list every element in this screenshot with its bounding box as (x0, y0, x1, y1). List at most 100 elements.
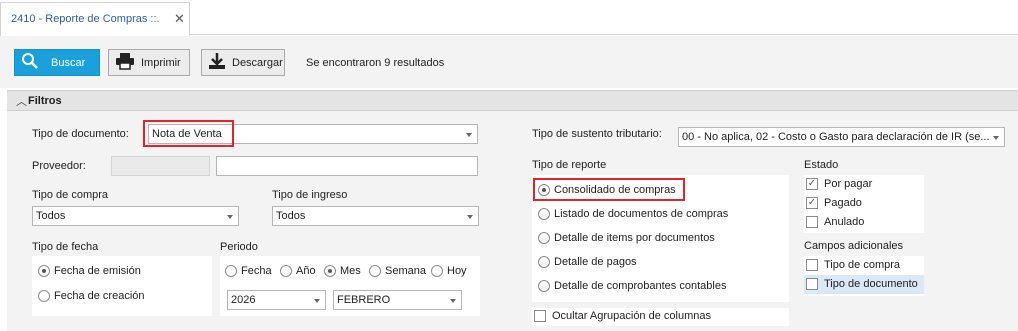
download-button-label: Descargar (232, 56, 283, 69)
search-icon (21, 52, 39, 73)
radio-label: Detalle de comprobantes contables (554, 280, 727, 292)
tipo-compra-select[interactable]: Todos (32, 206, 239, 226)
proveedor-label: Proveedor: (32, 160, 86, 172)
checkbox[interactable] (806, 259, 818, 271)
month-value: FEBRERO (337, 294, 391, 306)
highlight-box (533, 178, 685, 201)
tipo-fecha-label: Tipo de fecha (32, 241, 99, 253)
estado-label: Estado (804, 159, 839, 171)
year-value: 2026 (231, 294, 256, 306)
checkmark-icon[interactable]: ✓ (806, 197, 818, 209)
campo-tipo-compra[interactable]: Tipo de compra (806, 259, 900, 271)
checkbox[interactable] (806, 216, 818, 228)
highlight-box (143, 120, 234, 147)
radio-label: Fecha de creación (54, 290, 145, 302)
periodo-group: Fecha Año Mes Semana Hoy 2026 FEBRERO (220, 256, 480, 316)
month-select[interactable]: FEBRERO (333, 290, 462, 310)
radio-button[interactable] (538, 280, 550, 292)
radio-detalle-pagos[interactable]: Detalle de pagos (538, 256, 637, 268)
radio-label: Fecha de emisión (54, 265, 141, 277)
radio-fecha-creacion[interactable]: Fecha de creación (38, 290, 145, 302)
radio-button[interactable] (38, 265, 50, 277)
ocultar-agrupacion-row: Ocultar Agrupación de columnas (532, 308, 789, 326)
checkbox[interactable] (806, 278, 818, 290)
radio-button[interactable] (38, 290, 50, 302)
tipo-ingreso-value: Todos (276, 210, 306, 222)
checkbox[interactable] (534, 310, 546, 322)
campo-tipo-documento[interactable]: Tipo de documento (806, 278, 918, 290)
radio-listado[interactable]: Listado de documentos de compras (538, 208, 728, 220)
toolbar: Buscar Imprimir Descargar Se encontraron… (0, 36, 1018, 88)
results-count: Se encontraron 9 resultados (306, 57, 445, 69)
tipo-fecha-group: Fecha de emisión Fecha de creación (32, 256, 212, 316)
filters-title: Filtros (28, 95, 62, 107)
radio-periodo-semana[interactable]: Semana (369, 265, 426, 277)
proveedor-name-field[interactable] (216, 156, 478, 176)
chevron-down-icon (450, 299, 456, 303)
radio-periodo-fecha[interactable]: Fecha (225, 265, 272, 277)
radio-periodo-hoy[interactable]: Hoy (431, 265, 467, 277)
radio-detalle-comprobantes[interactable]: Detalle de comprobantes contables (538, 280, 726, 292)
tipo-documento-label: Tipo de documento: (32, 128, 129, 140)
estado-pagado[interactable]: ✓ Pagado (806, 197, 862, 209)
radio-label: Detalle de items por documentos (554, 232, 715, 244)
chevron-down-icon (467, 215, 473, 219)
estado-anulado[interactable]: Anulado (806, 216, 864, 228)
year-select[interactable]: 2026 (227, 290, 326, 310)
checkmark-icon[interactable]: ✓ (806, 178, 818, 190)
checkbox-label: Pagado (824, 197, 862, 209)
radio-periodo-anio[interactable]: Año (280, 265, 316, 277)
ocultar-agrupacion-checkbox[interactable]: Ocultar Agrupación de columnas (534, 310, 711, 322)
radio-label: Detalle de pagos (554, 256, 637, 268)
radio-label: Mes (340, 265, 361, 277)
printer-icon (115, 52, 135, 73)
tipo-reporte-label: Tipo de reporte (532, 159, 607, 171)
search-button[interactable]: Buscar (14, 49, 100, 76)
print-button[interactable]: Imprimir (108, 49, 190, 76)
filters-panel: Tipo de documento: Nota de Venta Proveed… (7, 111, 1018, 331)
proveedor-code-field (111, 156, 210, 176)
print-button-label: Imprimir (141, 56, 181, 69)
radio-button[interactable] (369, 265, 381, 277)
estado-group: ✓ Por pagar ✓ Pagado Anulado (804, 175, 924, 233)
radio-fecha-emision[interactable]: Fecha de emisión (38, 265, 141, 277)
close-icon[interactable]: ✕ (174, 11, 185, 27)
radio-button[interactable] (280, 265, 292, 277)
radio-detalle-items[interactable]: Detalle de items por documentos (538, 232, 715, 244)
chevron-down-icon (314, 299, 320, 303)
checkbox-label: Tipo de documento (824, 278, 918, 290)
chevron-down-icon (466, 133, 472, 137)
radio-label: Listado de documentos de compras (554, 208, 729, 220)
tab-reporte-compras[interactable]: 2410 - Reporte de Compras ::. ✕ (0, 2, 190, 36)
radio-label: Fecha (241, 265, 272, 277)
chevron-down-icon (993, 136, 999, 140)
radio-label: Semana (385, 265, 426, 277)
estado-por-pagar[interactable]: ✓ Por pagar (806, 178, 872, 190)
filters-group-header[interactable]: ︿ Filtros (7, 90, 1018, 111)
radio-button[interactable] (324, 265, 336, 277)
campos-adicionales-group: Tipo de compra Tipo de documento (804, 256, 924, 296)
tipo-ingreso-label: Tipo de ingreso (272, 189, 348, 201)
radio-button[interactable] (538, 256, 550, 268)
checkbox-label: Ocultar Agrupación de columnas (552, 310, 711, 322)
campos-adicionales-label: Campos adicionales (804, 240, 904, 252)
checkbox-label: Anulado (824, 216, 865, 228)
tab-bar: 2410 - Reporte de Compras ::. ✕ (0, 0, 1018, 36)
radio-label: Hoy (447, 265, 467, 277)
sustento-value: 00 - No aplica, 02 - Costo o Gasto para … (682, 131, 990, 143)
periodo-label: Periodo (220, 241, 258, 253)
checkbox-label: Tipo de compra (824, 259, 901, 271)
radio-label: Año (296, 265, 316, 277)
radio-button[interactable] (225, 265, 237, 277)
radio-periodo-mes[interactable]: Mes (324, 265, 361, 277)
radio-button[interactable] (538, 208, 550, 220)
radio-button[interactable] (538, 232, 550, 244)
tipo-compra-label: Tipo de compra (32, 189, 109, 201)
sustento-label: Tipo de sustento tributario: (532, 128, 662, 140)
radio-button[interactable] (431, 265, 443, 277)
tab-title: 2410 - Reporte de Compras ::. (11, 13, 160, 25)
sustento-select[interactable]: 00 - No aplica, 02 - Costo o Gasto para … (678, 127, 1005, 147)
chevron-up-icon[interactable]: ︿ (16, 93, 27, 109)
tipo-ingreso-select[interactable]: Todos (272, 206, 479, 226)
download-button[interactable]: Descargar (201, 49, 285, 76)
